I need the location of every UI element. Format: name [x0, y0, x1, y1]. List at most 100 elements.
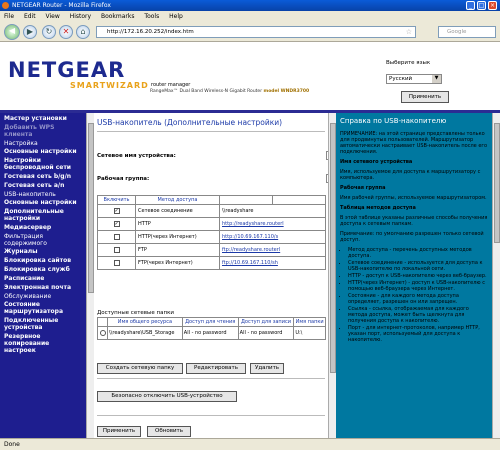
sidebar-group-label: Настройка	[4, 140, 38, 147]
url-text: http://172.16.20.252/index.htm	[107, 29, 194, 35]
folders-label: Доступные сетевые папки	[97, 310, 174, 316]
bookmark-star-icon[interactable]: ☆	[406, 28, 412, 36]
menu-file[interactable]: File	[4, 13, 14, 20]
safely-remove-usb-button[interactable]: Безопасно отключить USB-устройство	[97, 391, 237, 402]
link-cell: \\readyshare	[219, 204, 326, 218]
access-methods-table: Включить Метод доступа ✓ Сетевое соединен…	[97, 195, 327, 270]
access-link[interactable]: http://10.69.167.110/s	[222, 234, 278, 240]
menu-history[interactable]: History	[70, 13, 91, 20]
delete-button[interactable]: Удалить	[250, 363, 284, 374]
access-method: HTTP(через Интернет)	[135, 230, 220, 244]
divider	[97, 415, 325, 416]
help-heading-1: Имя сетевого устройства	[340, 159, 413, 165]
folder-col-folder: Имя папки	[293, 317, 326, 327]
link-cell: ftp://10.69.167.110/sh	[219, 256, 326, 270]
reload-icon[interactable]: ↻	[42, 25, 56, 39]
apply-button[interactable]: Применить	[97, 426, 141, 437]
folder-radio[interactable]	[99, 330, 106, 336]
menu-bookmarks[interactable]: Bookmarks	[101, 13, 135, 20]
main-panel: USB-накопитель (Дополнительные настройки…	[94, 113, 336, 438]
refresh-button[interactable]: Обновить	[147, 426, 191, 437]
home-icon[interactable]: ⌂	[76, 25, 90, 39]
menu-edit[interactable]: Edit	[24, 13, 36, 20]
help-bullet: Состояние - для каждого метода доступа о…	[348, 293, 488, 305]
col-method: Метод доступа	[135, 195, 220, 205]
table-row: ✓ HTTP http://readyshare.routerl	[97, 217, 326, 231]
sidebar-item[interactable]: Расписание	[4, 275, 82, 282]
sidebar-item[interactable]: Электронная почта	[4, 284, 82, 291]
close-button[interactable]: ×	[488, 1, 497, 10]
sidebar-group-label: Обслуживание	[4, 293, 52, 300]
enable-checkbox[interactable]	[113, 260, 120, 266]
language-select[interactable]: Русский ▼	[386, 74, 442, 84]
stop-icon[interactable]: ✕	[59, 25, 73, 39]
minimize-button[interactable]: _	[466, 1, 475, 10]
help-bullet: Ссылка - ссылка, отображаемая для каждог…	[348, 306, 488, 324]
sidebar-item[interactable]: Основные настройки	[4, 199, 82, 206]
table-row: FTP(через Интернет) ftp://10.69.167.110/s…	[97, 256, 326, 270]
access-method: FTP	[135, 243, 220, 257]
scroll-thumb[interactable]	[494, 123, 500, 243]
enable-checkbox[interactable]	[113, 247, 120, 253]
sidebar-scrollbar[interactable]	[86, 113, 94, 438]
sidebar-item[interactable]: Гостевая сеть b/g/n	[4, 173, 82, 180]
search-placeholder: Google	[447, 29, 467, 35]
access-link[interactable]: ftp://10.69.167.110/sh	[222, 260, 278, 266]
back-arrow-icon[interactable]: ◀	[4, 24, 20, 40]
enable-cell	[97, 243, 136, 257]
sidebar-item[interactable]: Медиасервер	[4, 224, 82, 231]
table-row: HTTP(через Интернет) http://10.69.167.110…	[97, 230, 326, 244]
sidebar-item[interactable]: Резервное копирование настроек	[4, 333, 82, 354]
sidebar-item[interactable]: Добавить WPS клиента	[4, 124, 82, 138]
help-bullet: Сетевое соединение - используется для до…	[348, 260, 488, 272]
smartwizard-logo: SMARTWIZARD	[70, 81, 149, 90]
sidebar-item[interactable]: Подключенные устройства	[4, 317, 82, 331]
sidebar-item[interactable]: Журналы	[4, 248, 82, 255]
main-scrollbar[interactable]	[328, 113, 336, 438]
folder-col-read: Доступ для чтения	[181, 317, 239, 327]
sidebar-menu: Мастер установки Добавить WPS клиента Наст…	[0, 113, 86, 438]
sidebar-item[interactable]: Блокировка сайтов	[4, 257, 82, 264]
language-apply-button[interactable]: Применить	[401, 91, 449, 103]
help-panel: Справка по USB-накопителю ПРИМЕЧАНИЕ: на…	[336, 113, 492, 438]
enable-checkbox[interactable]	[113, 234, 120, 240]
search-box[interactable]: Google	[438, 26, 496, 38]
maximize-button[interactable]: □	[477, 1, 486, 10]
sidebar-item[interactable]: Гостевая сеть a/n	[4, 182, 82, 189]
model-line: RangeMax™ Dual Band Wireless-N Gigabit R…	[150, 89, 310, 94]
enable-cell	[97, 230, 136, 244]
col-empty-2	[271, 195, 327, 205]
menu-view[interactable]: View	[46, 13, 60, 20]
menu-help[interactable]: Help	[169, 13, 183, 20]
access-link[interactable]: http://readyshare.routerl	[222, 221, 284, 227]
folder-col-name: Имя общего ресурса	[107, 317, 183, 327]
sidebar-group-label: Фильтрация содержимого	[4, 233, 47, 247]
sidebar-item[interactable]: Мастер установки	[4, 115, 82, 122]
help-title: Справка по USB-накопителю	[340, 117, 447, 125]
enable-checkbox[interactable]: ✓	[113, 208, 120, 214]
edit-button[interactable]: Редактировать	[186, 363, 246, 374]
help-heading-3: Таблица методов доступа	[340, 205, 416, 211]
sidebar-item[interactable]: Блокировка служб	[4, 266, 82, 273]
help-text-1: Имя, используемое для доступа к маршрути…	[340, 169, 481, 181]
help-scrollbar[interactable]	[492, 113, 500, 438]
sidebar-item[interactable]: Настройки беспроводной сети	[4, 157, 82, 171]
status-bar: Done	[0, 438, 500, 450]
enable-checkbox[interactable]: ✓	[113, 221, 120, 227]
navigation-toolbar: ◀ ▶ ↻ ✕ ⌂ http://172.16.20.252/index.htm…	[0, 21, 500, 42]
table-row: FTP ftp://readyshare.routerl	[97, 243, 326, 257]
folder-read-access: All - no password	[181, 326, 239, 340]
sidebar-item[interactable]: Дополнительные настройки	[4, 208, 82, 222]
table-row: \\readyshare\USB_Storage All - no passwo…	[97, 326, 326, 340]
help-bullet: Метод доступа - перечень доступных метод…	[348, 247, 488, 259]
access-method: Сетевое соединение	[135, 204, 220, 218]
access-link[interactable]: ftp://readyshare.routerl	[222, 247, 280, 253]
link-cell: http://readyshare.routerl	[219, 217, 326, 231]
address-bar[interactable]: http://172.16.20.252/index.htm ☆	[96, 26, 416, 38]
forward-arrow-icon[interactable]: ▶	[23, 25, 37, 39]
sidebar-item[interactable]: Основные настройки	[4, 148, 82, 155]
sidebar-item[interactable]: Состояние маршрутизатора	[4, 301, 82, 315]
menu-tools[interactable]: Tools	[144, 13, 159, 20]
page-content: NETGEAR SMARTWIZARD router manager Range…	[0, 42, 500, 438]
create-folder-button[interactable]: Создать сетевую папку	[97, 363, 183, 374]
